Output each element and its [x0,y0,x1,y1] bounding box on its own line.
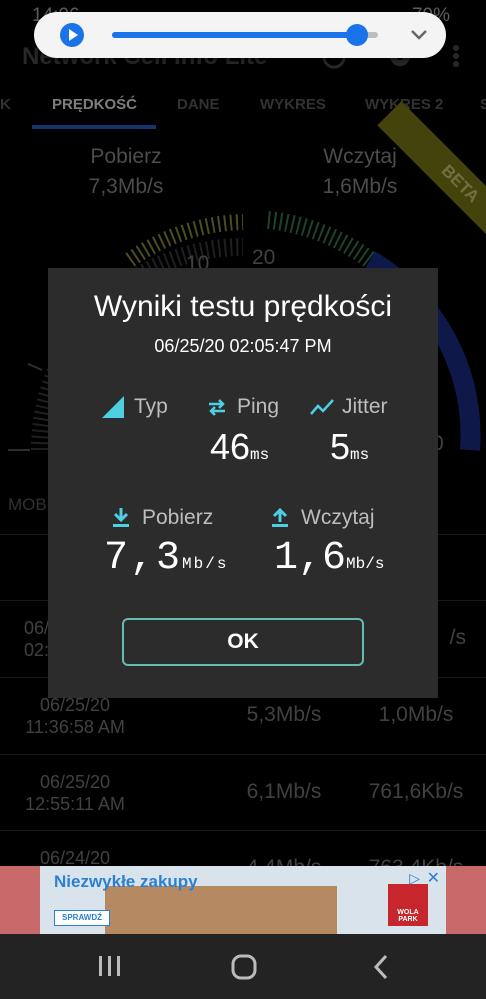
download-unit: Mb/s [182,555,229,573]
ad-content[interactable]: Niezwykłe zakupy SPRAWDŹ WOLA PARK ▷ ✕ [40,866,446,934]
jitter-value: 5ms [330,426,369,468]
ok-button[interactable]: OK [122,618,364,666]
adchoices-icon[interactable]: ▷ [409,870,420,887]
upload-unit: Mb/s [346,555,385,573]
type-label: Typ [134,395,168,418]
volume-popup [34,12,446,58]
download-number: 7,3 [104,536,183,581]
upload-value: 1,6Mb/s [274,536,384,581]
dialog-title: Wyniki testu prędkości [93,290,393,323]
ping-label: Ping [237,395,280,418]
ping-value: 46ms [210,426,269,468]
ad-banner[interactable]: Niezwykłe zakupy SPRAWDŹ WOLA PARK ▷ ✕ [0,866,486,934]
ping-icon [209,399,225,416]
upload-icon [272,508,288,527]
upload-label: Wczytaj [301,506,375,529]
recent-apps-icon[interactable] [70,934,150,999]
speed-test-results-dialog: Wyniki testu prędkości 06/25/20 02:05:47… [48,268,438,698]
ad-image[interactable] [105,886,337,934]
ad-close-icon[interactable]: ✕ [427,868,440,888]
upload-number: 1,6 [274,536,347,581]
volume-slider-thumb[interactable] [345,24,368,46]
ad-title[interactable]: Niezwykłe zakupy [54,872,198,892]
jitter-icon [310,399,334,415]
chevron-down-icon[interactable] [408,23,430,45]
signal-type-icon [102,396,124,418]
media-play-icon[interactable] [60,23,84,47]
ad-logo[interactable]: WOLA PARK [388,884,428,926]
ping-unit: ms [250,446,270,464]
home-icon[interactable] [203,934,283,999]
navigation-bar [0,934,486,999]
download-value: 7,3Mb/s [104,536,228,581]
jitter-unit: ms [350,446,370,464]
dialog-datetime: 06/25/20 02:05:47 PM [154,336,332,356]
jitter-number: 5 [330,426,351,467]
back-icon[interactable] [340,934,420,999]
ping-number: 46 [210,426,251,467]
volume-slider[interactable] [112,32,378,38]
jitter-label: Jitter [342,395,388,418]
ad-cta-button[interactable]: SPRAWDŹ [54,910,110,926]
download-label: Pobierz [142,506,214,529]
download-icon [113,508,129,527]
volume-slider-fill [112,32,357,38]
